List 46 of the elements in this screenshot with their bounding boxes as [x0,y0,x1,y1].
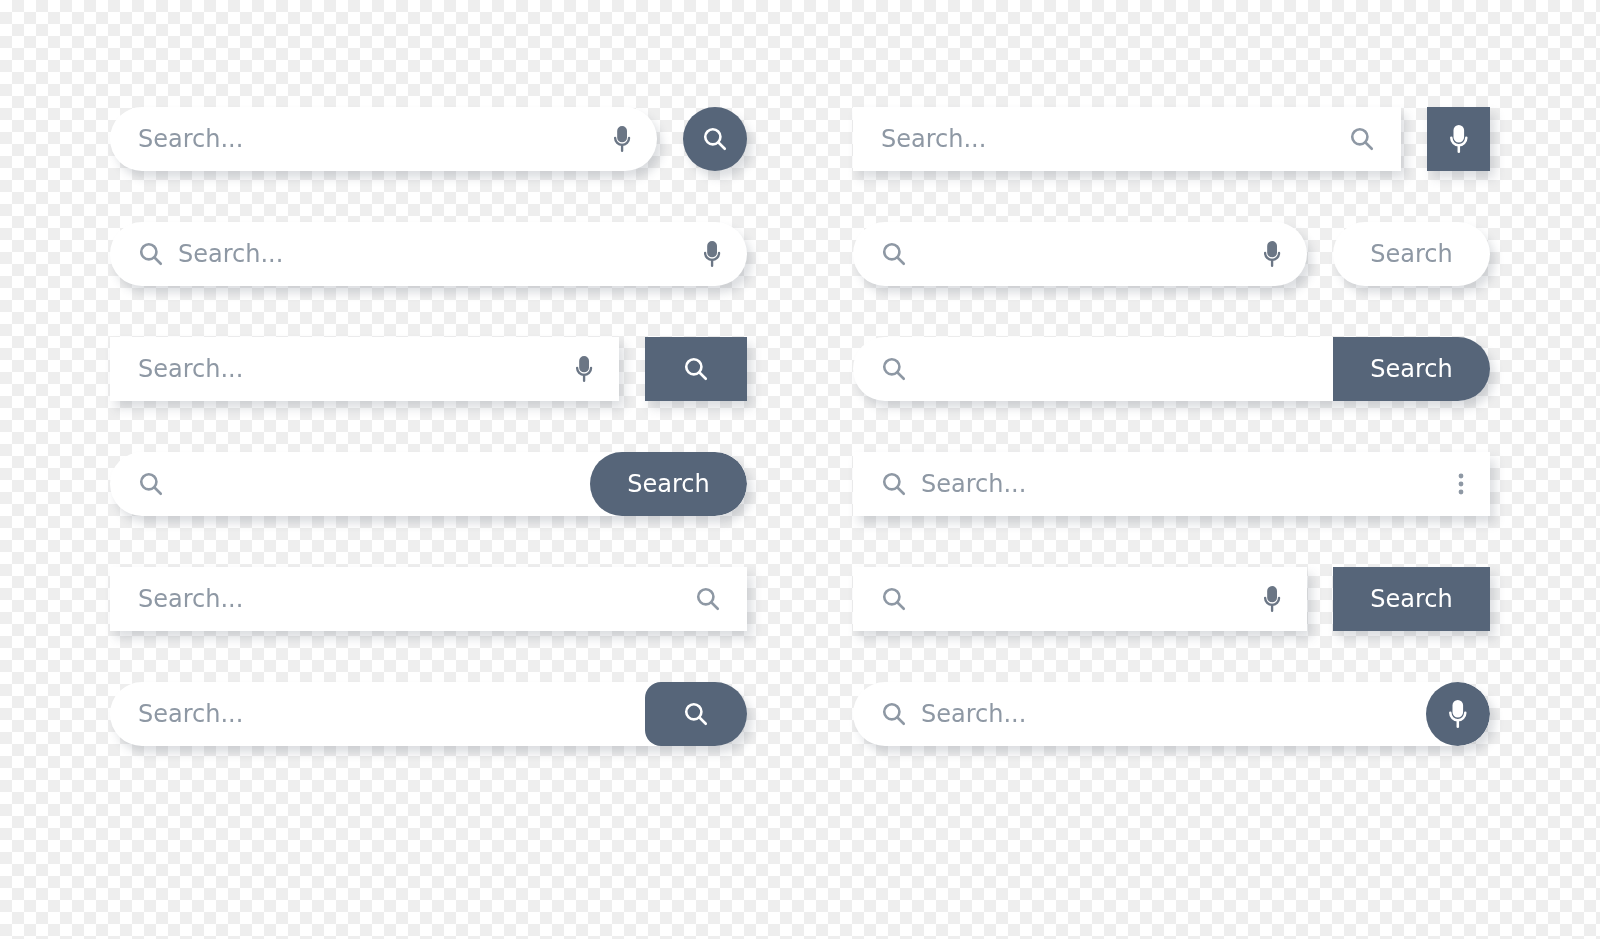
search-input[interactable]: Search... [178,222,689,286]
search-field[interactable]: Search [853,337,1490,401]
microphone-icon [702,241,721,267]
voice-search-button[interactable] [1427,107,1490,171]
search-field[interactable] [853,222,1307,286]
search-button[interactable]: Search [1333,337,1490,401]
search-icon [1349,126,1375,152]
search-field[interactable]: Search [110,452,747,516]
search-input[interactable]: Search... [921,682,1412,746]
microphone-icon [574,356,593,382]
microphone-icon [1448,125,1469,153]
search-field[interactable]: Search... [110,337,619,401]
search-icon [138,471,164,497]
search-input[interactable]: Search... [921,452,1444,516]
search-icon [881,471,907,497]
search-input[interactable]: Search... [881,107,1335,171]
search-input[interactable]: Search... [138,682,631,746]
search-field[interactable]: Search... [110,107,657,171]
microphone-icon [612,126,631,152]
search-button[interactable] [683,107,747,171]
microphone-icon [1262,241,1281,267]
search-button[interactable]: Search [590,452,747,516]
search-input[interactable]: Search... [138,107,599,171]
search-icon [881,241,907,267]
search-icon [881,586,907,612]
search-button[interactable] [645,337,747,401]
search-field[interactable] [853,567,1307,631]
search-field[interactable]: Search... [853,682,1490,746]
voice-search-button[interactable] [1426,682,1490,746]
more-options-icon[interactable] [1458,471,1464,497]
search-button[interactable]: Search [1333,567,1490,631]
search-icon [881,356,907,382]
search-icon [683,356,709,382]
search-field[interactable]: Search... [853,107,1401,171]
search-icon [881,701,907,727]
microphone-icon [1448,700,1468,728]
search-input[interactable]: Search... [138,337,561,401]
search-icon [695,586,721,612]
search-field[interactable]: Search... [853,452,1490,516]
search-button[interactable] [645,682,747,746]
search-field[interactable]: Search... [110,222,747,286]
search-field[interactable]: Search... [110,682,747,746]
microphone-icon [1262,586,1281,612]
search-icon [683,701,709,727]
search-icon [138,241,164,267]
search-icon [702,126,728,152]
